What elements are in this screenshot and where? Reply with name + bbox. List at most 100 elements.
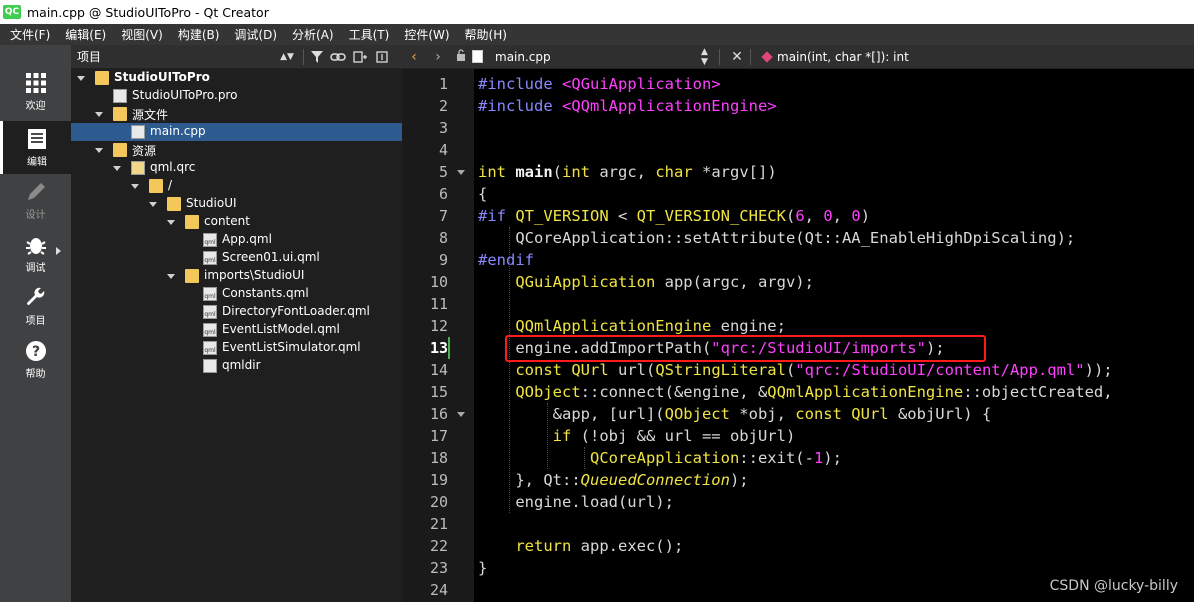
tree-item[interactable]: qmldir [71,357,402,375]
code-line: #include <QQmlApplicationEngine> [478,95,777,117]
tree-item[interactable]: StudioUI [71,195,402,213]
updown-selector-icon[interactable]: ▲▼ [277,45,297,69]
mode-label: 编辑 [27,157,47,168]
mode-projects[interactable]: 项目 [0,280,71,333]
fold-marker-icon[interactable] [457,412,465,417]
tree-item[interactable]: 资源 [71,141,402,159]
filter-icon[interactable] [307,45,327,69]
tree-item[interactable]: main.cpp [71,123,402,141]
close-icon[interactable]: ✕ [728,49,746,65]
line-number: 3 [438,119,448,137]
menu-item[interactable]: 分析(A) [282,26,339,43]
tree-item[interactable]: 源文件 [71,105,402,123]
code-token: 1 [813,449,824,467]
qml-file-icon: qml [203,251,217,265]
editor-file-name[interactable]: main.cpp [495,50,695,64]
line-number: 7 [438,207,448,225]
highlight-annotation-box [505,335,986,362]
tree-item[interactable]: qml EventListModel.qml [71,321,402,339]
tree-item[interactable]: qml Constants.qml [71,285,402,303]
file-icon [113,89,127,103]
code-line: { [478,183,487,205]
code-line: if (!obj && url == objUrl) [478,425,796,447]
expand-arrow-icon[interactable] [167,220,175,225]
mode-help[interactable]: ? 帮助 [0,333,71,386]
mode-label: 欢迎 [25,101,46,112]
menu-item[interactable]: 构建(B) [168,26,225,43]
expand-arrow-icon[interactable] [113,166,121,171]
tree-item[interactable]: / [71,177,402,195]
project-panel-header: 项目 ▲▼ [71,45,402,69]
symbol-selector[interactable]: main(int, char *[]): int [777,50,909,64]
code-line: QQmlApplicationEngine engine; [478,315,786,337]
code-token: main [515,163,553,181]
mode-debug[interactable]: 调试 [0,227,71,280]
mode-design[interactable]: 设计 [0,174,71,227]
tree-item[interactable]: StudioUIToPro [71,69,402,87]
link-icon[interactable] [327,45,349,69]
menu-item[interactable]: 编辑(E) [55,26,111,43]
updown-selector-icon[interactable]: ▲▼ [701,47,713,67]
project-panel-title[interactable]: 项目 [77,48,277,65]
menu-item[interactable]: 调试(D) [224,26,282,43]
tree-item[interactable]: qml Screen01.ui.qml [71,249,402,267]
menu-item[interactable]: 控件(W) [394,26,454,43]
menu-item[interactable]: 文件(F) [0,26,55,43]
project-icon [95,71,109,85]
line-number: 19 [429,471,448,489]
expand-arrow-icon[interactable] [167,274,175,279]
forward-arrow-icon[interactable]: › [426,49,450,65]
mode-label: 项目 [25,316,46,327]
expand-arrow-icon[interactable] [131,184,139,189]
indent-guide [509,227,511,513]
back-arrow-icon[interactable]: ‹ [402,49,426,65]
code-line: &app, [url](QObject *obj, const QUrl &ob… [478,403,992,425]
code-token: app(argc, argv); [664,273,814,291]
tree-item-label: StudioUIToPro [114,70,210,84]
tree-item[interactable]: qml App.qml [71,231,402,249]
expand-arrow-icon[interactable] [149,202,157,207]
expand-arrow-icon[interactable] [56,247,61,255]
line-number: 5 [438,163,448,181]
menu-item[interactable]: 工具(T) [339,26,395,43]
menu-item[interactable]: 视图(V) [111,26,168,43]
code-line: } [478,557,487,579]
tree-item[interactable]: qml DirectoryFontLoader.qml [71,303,402,321]
indent-guide [584,447,586,469]
tree-item[interactable]: qml.qrc [71,159,402,177]
menu-bar: 文件(F) 编辑(E) 视图(V) 构建(B) 调试(D) 分析(A) 工具(T) 控件(W)… [0,24,1194,45]
tree-item-label: qmldir [222,358,261,372]
file-icon [131,125,145,139]
file-icon [472,50,483,63]
code-line: QCoreApplication::exit(-1); [478,447,842,469]
line-number: 4 [438,141,448,159]
mode-welcome[interactable]: 欢迎 [0,65,71,118]
mode-edit[interactable]: 编辑 [0,121,71,174]
resource-file-icon [131,161,145,175]
split-icon[interactable] [349,45,371,69]
svg-text:?: ? [31,344,39,360]
window-title: main.cpp @ StudioUIToPro - Qt Creator [27,4,269,20]
code-token: url( [618,361,656,379]
code-token: QCoreApplication::setAttribute(Qt::AA_En… [478,229,1076,247]
expand-arrow-icon[interactable] [77,76,85,81]
code-token: 0 [823,207,833,225]
tree-item[interactable]: content [71,213,402,231]
line-number-gutter: 1 2 3 4 5 6 7 8 9 10 11 12 13 14 15 16 17 18 19 20 21 22 23 24 [402,69,474,602]
tree-item[interactable]: qml EventListSimulator.qml [71,339,402,357]
separator [719,48,720,65]
tree-item[interactable]: StudioUIToPro.pro [71,87,402,105]
code-token: QT_VERSION_CHECK [636,207,786,225]
expand-arrow-icon[interactable] [95,148,103,153]
line-number: 17 [429,427,448,445]
close-pane-icon[interactable] [371,45,393,69]
fold-marker-icon[interactable] [457,170,465,175]
modified-line-marker [448,337,450,359]
tree-item[interactable]: imports\StudioUI [71,267,402,285]
title-bar: QC main.cpp @ StudioUIToPro - Qt Creator [0,0,1194,24]
expand-arrow-icon[interactable] [95,112,103,117]
code-token: int [478,163,516,181]
menu-item[interactable]: 帮助(H) [455,26,512,43]
code-token: )); [1084,361,1113,379]
